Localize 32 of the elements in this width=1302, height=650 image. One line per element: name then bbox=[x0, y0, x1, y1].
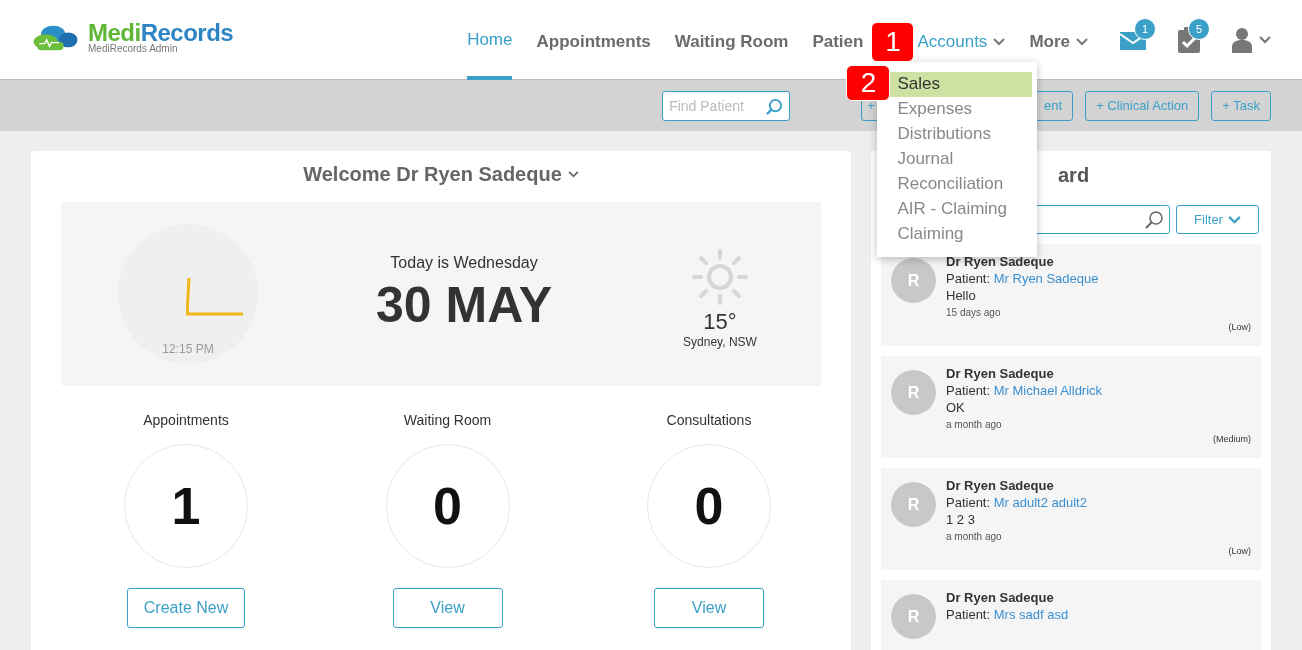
stat-label: Consultations bbox=[666, 412, 752, 428]
brand-name: MediRecords bbox=[88, 21, 234, 45]
stat-label: Appointments bbox=[143, 412, 229, 428]
stat-label: Waiting Room bbox=[403, 412, 492, 428]
message-author: Dr Ryen Sadeque bbox=[946, 366, 1055, 381]
message-text: Hello bbox=[946, 288, 977, 303]
patient-label: Patient: bbox=[946, 607, 991, 622]
board-title: ard bbox=[1058, 164, 1091, 187]
day-text: Today is Wednesday bbox=[389, 254, 539, 272]
message-priority: (Medium) bbox=[1213, 434, 1251, 444]
location: Sydney, NSW bbox=[683, 335, 757, 349]
message-text: 1 2 3 bbox=[946, 512, 976, 527]
patient-label: Patient: bbox=[946, 271, 991, 286]
date-text: 30 MAY bbox=[375, 276, 553, 334]
message-time: a month ago bbox=[946, 419, 1003, 430]
clock-time: 12:15 PM bbox=[161, 342, 215, 356]
message-author: Dr Ryen Sadeque bbox=[946, 254, 1055, 269]
brand-subtitle: MediRecords Admin bbox=[88, 43, 179, 54]
patient-label: Patient: bbox=[946, 383, 991, 398]
message-time: a month ago bbox=[946, 531, 1003, 542]
message-author: Dr Ryen Sadeque bbox=[946, 590, 1055, 605]
patient-label: Patient: bbox=[946, 495, 991, 510]
message-priority: (Low) bbox=[1228, 322, 1251, 332]
message-time: 15 days ago bbox=[946, 307, 1002, 318]
temperature: 15° bbox=[703, 309, 737, 335]
message-text: OK bbox=[946, 400, 966, 415]
message-priority: (Low) bbox=[1228, 546, 1251, 556]
count-badge: 5 bbox=[1188, 17, 1210, 40]
message-author: Dr Ryen Sadeque bbox=[946, 478, 1055, 493]
callout-marker: 1 bbox=[871, 21, 915, 62]
count-badge: 1 bbox=[1134, 17, 1156, 40]
callout-marker: 2 bbox=[846, 64, 891, 101]
